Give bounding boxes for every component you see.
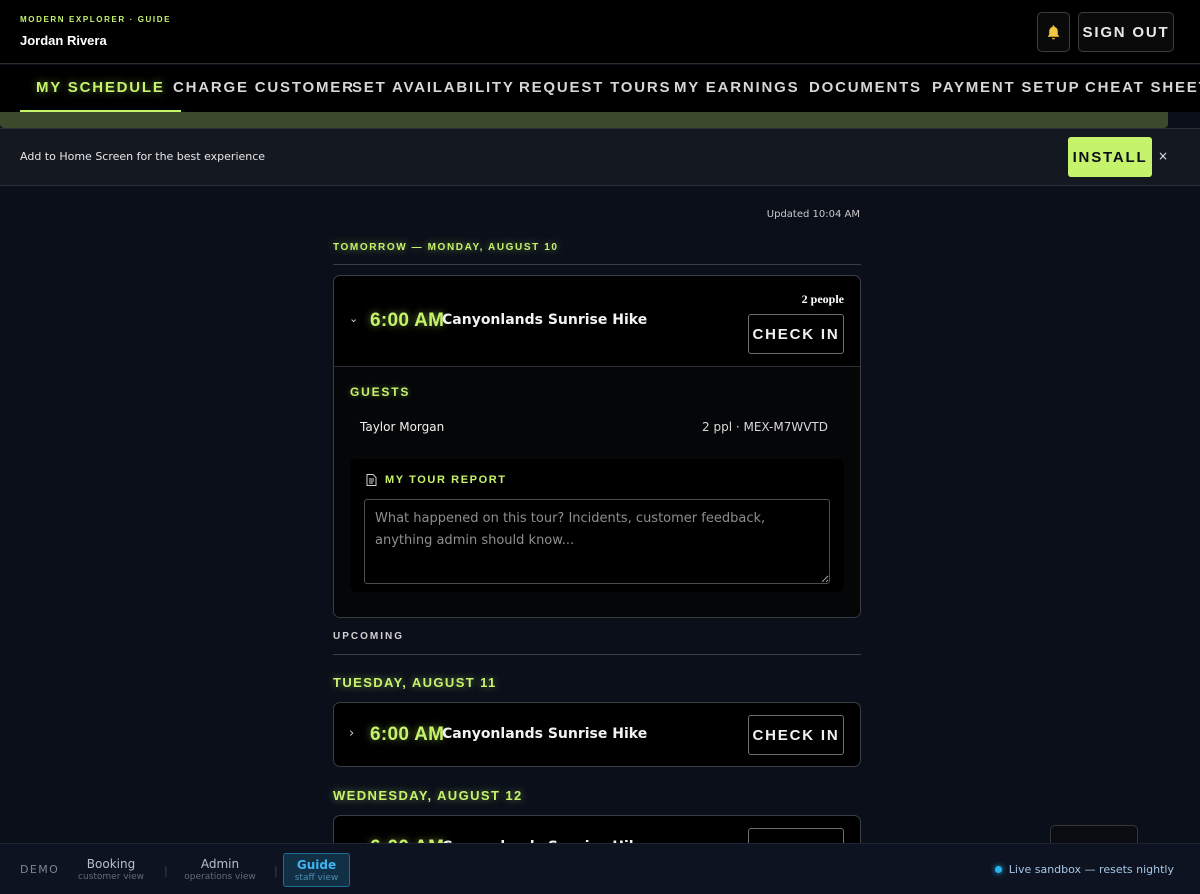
- tour-report-panel: MY TOUR REPORT: [350, 459, 844, 592]
- nav-my-earnings[interactable]: MY EARNINGS: [674, 65, 799, 112]
- chevron-down-icon[interactable]: ⌄: [349, 312, 358, 325]
- nav-cheat-sheet[interactable]: CHEAT SHEET: [1085, 65, 1200, 112]
- live-status: Live sandbox — resets nightly: [994, 863, 1174, 876]
- tour-details: GUESTS Taylor Morgan 2 ppl · MEX-M7WVTD …: [334, 366, 860, 617]
- nav-my-schedule[interactable]: MY SCHEDULE: [20, 65, 181, 112]
- install-button[interactable]: INSTALL: [1068, 137, 1152, 177]
- view-tab-admin[interactable]: Admin operations view: [180, 853, 260, 887]
- divider: [333, 654, 861, 655]
- nav-scrollbar[interactable]: [0, 112, 1168, 128]
- tour-time: 6:00 AM: [370, 310, 445, 331]
- tour-time: 6:00 AM: [370, 724, 445, 745]
- notifications-button[interactable]: [1037, 12, 1070, 52]
- view-tab-title: Guide: [296, 858, 337, 872]
- document-icon: [366, 474, 377, 486]
- nav-set-availability[interactable]: SET AVAILABILITY: [352, 65, 515, 112]
- separator: |: [164, 864, 168, 877]
- nav-documents[interactable]: DOCUMENTS: [809, 65, 922, 112]
- tour-name: Canyonlands Sunrise Hike: [442, 726, 648, 742]
- upcoming-label: UPCOMING: [333, 631, 404, 642]
- tour-report-textarea[interactable]: [364, 499, 830, 584]
- view-tab-subtitle: staff view: [294, 873, 339, 883]
- main-nav: MY SCHEDULE CHARGE CUSTOMER SET AVAILABI…: [0, 65, 1200, 112]
- view-tab-title: Admin: [200, 857, 240, 871]
- view-tab-subtitle: operations view: [184, 872, 256, 882]
- tour-card-aug-11: › 6:00 AM Canyonlands Sunrise Hike CHECK…: [333, 702, 861, 767]
- guest-name: Taylor Morgan: [360, 420, 445, 434]
- tour-card-tomorrow: ⌄ 6:00 AM Canyonlands Sunrise Hike 2 peo…: [333, 275, 861, 618]
- check-in-button[interactable]: CHECK IN: [748, 314, 844, 354]
- updated-timestamp: Updated 10:04 AM: [766, 209, 860, 220]
- view-tab-title: Booking: [86, 857, 136, 871]
- report-title: MY TOUR REPORT: [366, 474, 507, 486]
- view-tab-booking[interactable]: Booking customer view: [76, 853, 146, 887]
- day-heading-aug-12: WEDNESDAY, AUGUST 12: [333, 788, 523, 803]
- tour-summary-row[interactable]: ⌄ 6:00 AM Canyonlands Sunrise Hike 2 peo…: [334, 276, 860, 366]
- guest-booking-meta: 2 ppl · MEX-M7WVTD: [702, 420, 828, 434]
- close-icon[interactable]: ×: [1158, 149, 1168, 163]
- live-status-text: Live sandbox — resets nightly: [1008, 863, 1174, 876]
- divider: [333, 264, 861, 265]
- sign-out-button[interactable]: SIGN OUT: [1078, 12, 1174, 52]
- demo-label: DEMO: [20, 863, 60, 876]
- nav-payment-setup[interactable]: PAYMENT SETUP: [932, 65, 1080, 112]
- people-count: 2 people: [801, 292, 844, 306]
- install-banner: Add to Home Screen for the best experien…: [0, 128, 1200, 186]
- report-title-label: MY TOUR REPORT: [385, 474, 507, 486]
- install-message: Add to Home Screen for the best experien…: [20, 150, 266, 163]
- chevron-right-icon[interactable]: ›: [349, 726, 354, 741]
- bell-icon: [1047, 24, 1060, 39]
- check-in-button[interactable]: CHECK IN: [748, 715, 844, 755]
- app-header: MODERN EXPLORER · GUIDE Jordan Rivera SI…: [0, 0, 1200, 64]
- guests-title: GUESTS: [350, 385, 411, 399]
- nav-request-tours[interactable]: REQUEST TOURS: [519, 65, 671, 112]
- view-tab-subtitle: customer view: [78, 872, 144, 882]
- live-dot-icon: [994, 866, 1002, 873]
- tour-name: Canyonlands Sunrise Hike: [442, 312, 648, 328]
- view-tab-guide[interactable]: Guide staff view: [283, 853, 350, 887]
- tomorrow-heading: TOMORROW — MONDAY, AUGUST 10: [333, 242, 559, 253]
- tour-summary-row[interactable]: › 6:00 AM Canyonlands Sunrise Hike CHECK…: [334, 703, 860, 766]
- guest-row: Taylor Morgan 2 ppl · MEX-M7WVTD: [350, 411, 844, 445]
- demo-footer: DEMO Booking customer view | Admin opera…: [0, 843, 1200, 894]
- day-heading-aug-11: TUESDAY, AUGUST 11: [333, 675, 497, 690]
- guide-name: Jordan Rivera: [20, 33, 107, 48]
- nav-charge-customer[interactable]: CHARGE CUSTOMER: [173, 65, 355, 112]
- separator: |: [274, 864, 278, 877]
- brand-label: MODERN EXPLORER · GUIDE: [20, 15, 172, 24]
